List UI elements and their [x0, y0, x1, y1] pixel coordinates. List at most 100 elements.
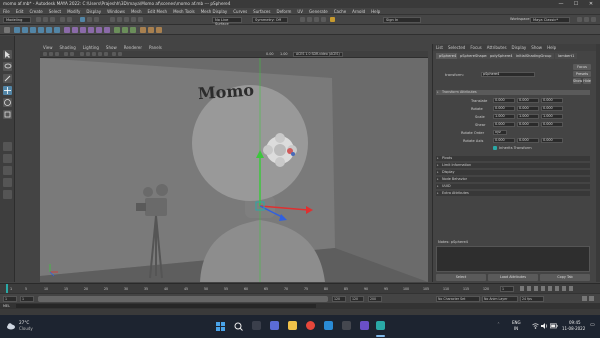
render-current-frame-icon[interactable] [300, 17, 305, 22]
panel-menu-panels[interactable]: Panels [149, 44, 162, 51]
outliner-layout-icon[interactable] [3, 190, 12, 199]
minimize-button[interactable]: — [554, 0, 568, 8]
rotate-tool-icon[interactable] [3, 98, 12, 107]
arnold-render-icon[interactable] [330, 17, 335, 22]
symmetry-dropdown[interactable]: Symmetry: Off [252, 17, 288, 23]
presets-button[interactable]: Presets [573, 71, 591, 77]
persp-graph-layout-icon[interactable] [3, 178, 12, 187]
shelf-separate-icon[interactable] [72, 27, 78, 33]
shelf-target-weld-icon[interactable] [122, 27, 128, 33]
ae-menu-focus[interactable]: Focus [470, 44, 481, 51]
make-live-icon[interactable] [138, 17, 143, 22]
menu-uv[interactable]: UV [297, 8, 303, 15]
notification-icon[interactable]: ▭ [590, 322, 595, 328]
shear-x-field[interactable]: 0.000 [493, 122, 515, 127]
section-transform-attributes[interactable]: Transform Attributes [436, 90, 590, 95]
select-tool-icon[interactable] [3, 50, 12, 59]
search-icon[interactable] [234, 322, 243, 331]
open-scene-icon[interactable] [43, 17, 48, 22]
bookmarks-icon[interactable] [55, 52, 59, 56]
panel-menu-view[interactable]: View [43, 44, 53, 51]
rotate-axis-y-field[interactable]: 0.000 [517, 138, 539, 143]
select-by-component-icon[interactable] [94, 17, 99, 22]
section-display[interactable]: Display [436, 170, 590, 175]
auto-key-icon[interactable] [582, 296, 587, 301]
section-limit-information[interactable]: Limit Information [436, 163, 590, 168]
close-button[interactable]: ✕ [584, 0, 598, 8]
move-tool-icon[interactable] [3, 86, 12, 95]
anim-layer-dropdown[interactable]: No Anim Layer [482, 296, 518, 302]
volume-icon[interactable] [541, 323, 548, 329]
shelf-plane-icon[interactable] [54, 27, 60, 33]
input-region[interactable]: IN [514, 326, 518, 331]
clock-date[interactable]: 11-08-2022 [562, 326, 585, 331]
live-surface-field[interactable]: No Live Surface [212, 17, 242, 26]
shelf-combine-icon[interactable] [64, 27, 70, 33]
menu-surfaces[interactable]: Surfaces [253, 8, 270, 15]
shear-z-field[interactable]: 0.000 [541, 122, 563, 127]
select-button[interactable]: Select [436, 274, 486, 281]
smooth-shade-icon[interactable] [86, 52, 90, 56]
show-button[interactable]: Show [573, 78, 582, 84]
ae-tab-lambert[interactable]: lambert1 [555, 53, 578, 59]
panel-menu-renderer[interactable]: Renderer [124, 44, 142, 51]
step-forward-frame-icon[interactable] [555, 286, 559, 291]
go-to-start-icon[interactable] [520, 286, 524, 291]
ae-tab-shading-group[interactable]: initialShadingGroup [513, 53, 555, 59]
rotate-z-field[interactable]: 0.000 [541, 106, 563, 111]
shelf-cone-icon[interactable] [38, 27, 44, 33]
ae-tab-poly[interactable]: polySphere4 [487, 53, 516, 59]
shelf-smooth-icon[interactable] [80, 27, 86, 33]
snap-view-plane-icon[interactable] [131, 17, 136, 22]
save-scene-icon[interactable] [50, 17, 55, 22]
windows-start-icon[interactable] [216, 322, 225, 331]
maximize-button[interactable]: ☐ [569, 0, 583, 8]
file-explorer-icon[interactable] [288, 321, 297, 330]
weather-temp[interactable]: 27°C [19, 320, 29, 325]
playback-start-field[interactable]: 1 [20, 296, 34, 302]
exposure-value[interactable]: 0.00 [266, 52, 274, 56]
playback-range-bar[interactable] [38, 296, 328, 302]
persp-outliner-layout-icon[interactable] [3, 166, 12, 175]
panel-menu-show[interactable]: Show [106, 44, 117, 51]
camera-attributes-icon[interactable] [49, 52, 53, 56]
translate-x-field[interactable]: 0.000 [493, 98, 515, 103]
shelf-quad-draw-icon[interactable] [130, 27, 136, 33]
menu-mesh-display[interactable]: Mesh Display [201, 8, 228, 15]
mel-command-input[interactable] [16, 304, 316, 308]
menu-select[interactable]: Select [49, 8, 61, 15]
scale-y-field[interactable]: 1.000 [517, 114, 539, 119]
step-back-key-icon[interactable] [527, 286, 531, 291]
teams-chat-icon[interactable] [270, 321, 279, 330]
shelf-uv-editor-icon[interactable] [140, 27, 146, 33]
snap-curve-icon[interactable] [117, 17, 122, 22]
lights-icon[interactable] [98, 52, 102, 56]
image-plane-icon[interactable] [64, 52, 68, 56]
menu-file[interactable]: File [3, 8, 10, 15]
ae-menu-show[interactable]: Show [531, 44, 542, 51]
snap-grid-icon[interactable] [110, 17, 115, 22]
shadows-icon[interactable] [104, 52, 108, 56]
channel-box-toggle-icon[interactable] [591, 17, 596, 22]
play-forwards-icon[interactable] [548, 286, 552, 291]
snap-point-icon[interactable] [124, 17, 129, 22]
hide-button[interactable]: Hide [583, 78, 591, 84]
xray-icon[interactable] [112, 52, 116, 56]
shelf-cube-icon[interactable] [22, 27, 28, 33]
animation-start-field[interactable]: 1 [3, 296, 17, 302]
clock-time[interactable]: 09:45 [569, 320, 581, 325]
new-scene-icon[interactable] [36, 17, 41, 22]
select-by-object-icon[interactable] [87, 17, 92, 22]
ipr-render-icon[interactable] [307, 17, 312, 22]
current-frame-field[interactable]: 1 [500, 286, 514, 292]
rotate-axis-z-field[interactable]: 0.000 [541, 138, 563, 143]
node-name-field[interactable]: pSphere4 [481, 72, 535, 77]
menu-edit[interactable]: Edit [16, 8, 24, 15]
menu-curves[interactable]: Curves [233, 8, 247, 15]
fps-dropdown[interactable]: 24 fps [520, 296, 544, 302]
sign-in-dropdown[interactable]: Sign In [383, 17, 421, 23]
ae-menu-help[interactable]: Help [547, 44, 556, 51]
playback-end-field[interactable]: 120 [332, 296, 346, 302]
ae-tab-transform[interactable]: pSphere4 [436, 53, 460, 59]
menu-help[interactable]: Help [371, 8, 380, 15]
